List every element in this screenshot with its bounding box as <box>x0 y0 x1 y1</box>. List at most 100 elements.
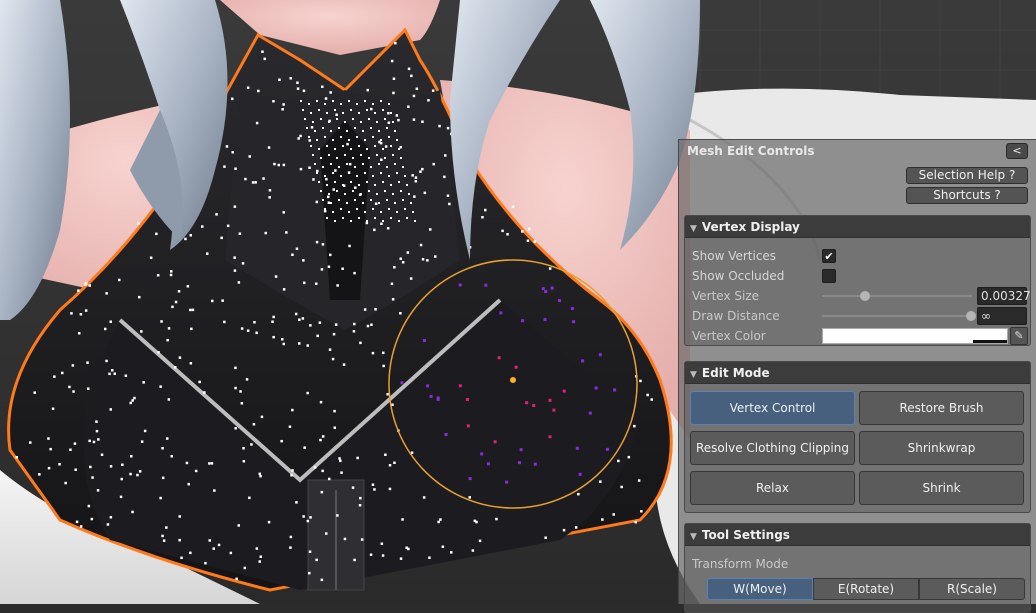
vertex-dot <box>336 514 339 517</box>
resolve-clothing-clipping-button[interactable]: Resolve Clothing Clipping <box>690 431 855 465</box>
vertex-dot <box>374 308 377 311</box>
vertex-dot <box>203 391 206 394</box>
vertex-dot <box>263 57 266 61</box>
vertex-dot <box>386 166 388 168</box>
vertex-dot <box>111 369 114 372</box>
vertex-dot <box>310 145 312 147</box>
edit-mode-header[interactable]: ▼ Edit Mode <box>685 362 1030 384</box>
vertex-dot <box>371 483 375 486</box>
relax-button[interactable]: Relax <box>690 471 855 505</box>
vertex-dot <box>268 196 271 199</box>
vertex-dot <box>380 222 383 225</box>
vertex-dot <box>411 174 414 177</box>
vertex-dot <box>238 232 242 235</box>
vertex-dot <box>350 181 352 183</box>
vertex-dot <box>310 126 314 129</box>
vertex-dot <box>129 401 132 405</box>
vertex-display-header[interactable]: ▼ Vertex Display <box>685 216 1030 238</box>
show-occluded-checkbox[interactable] <box>822 269 836 283</box>
vertex-dot <box>366 109 368 111</box>
shortcuts-button[interactable]: Shortcuts ? <box>906 187 1028 204</box>
vertex-dot <box>332 139 334 141</box>
vertex-dot <box>268 189 272 192</box>
vertex-dot <box>303 281 306 285</box>
selected-vertex-dot <box>594 386 598 390</box>
selected-vertex-dot <box>499 311 503 315</box>
vertex-dot <box>646 393 649 397</box>
vertex-dot <box>322 166 324 168</box>
vertex-dot <box>634 520 637 524</box>
vertex-control-button[interactable]: Vertex Control <box>690 391 855 425</box>
vertex-dot <box>323 209 327 213</box>
mesh-edit-panel: Mesh Edit Controls < Selection Help ? Sh… <box>678 139 1036 613</box>
selected-vertex-dot <box>519 448 523 452</box>
vertex-dot <box>327 265 331 268</box>
vertex-dot <box>328 348 332 351</box>
draw-distance-input[interactable]: ∞ <box>977 307 1027 325</box>
scale-mode-button[interactable]: R(Scale) <box>919 578 1025 600</box>
vertex-size-input[interactable]: 0.00327 <box>977 287 1031 305</box>
transform-mode-segmented: W(Move) E(Rotate) R(Scale) <box>707 578 1025 600</box>
vertex-size-slider-handle[interactable] <box>860 291 870 301</box>
vertex-dot <box>155 232 158 236</box>
vertex-dot <box>358 504 362 507</box>
vertex-dot <box>395 114 399 117</box>
vertex-dot <box>118 278 121 282</box>
vertex-dot <box>382 148 384 150</box>
vertex-dot <box>87 387 90 390</box>
rotate-mode-button[interactable]: E(Rotate) <box>813 578 919 600</box>
selected-vertex-dot <box>578 472 582 476</box>
vertex-color-row: Vertex Color ✎ <box>692 327 1028 345</box>
tool-settings-section: ▼ Tool Settings Transform Mode W(Move) E(… <box>684 523 1031 613</box>
vertex-dot <box>356 136 358 138</box>
restore-brush-button[interactable]: Restore Brush <box>859 391 1024 425</box>
vertex-color-swatch[interactable] <box>822 328 1008 344</box>
selection-help-button[interactable]: Selection Help ? <box>906 167 1028 184</box>
vertex-dot <box>170 455 173 458</box>
vertex-dot <box>439 518 442 521</box>
vertex-dot <box>289 535 293 539</box>
vertex-dot <box>71 364 75 367</box>
tool-settings-header[interactable]: ▼ Tool Settings <box>685 524 1030 546</box>
vertex-dot <box>421 167 424 171</box>
vertex-size-slider[interactable] <box>822 295 972 297</box>
selected-vertex-dot <box>581 359 585 363</box>
vertex-dot <box>331 357 335 361</box>
vertex-dot <box>370 127 372 129</box>
vertex-dot <box>51 407 55 410</box>
selected-vertex-dot <box>562 389 566 393</box>
vertex-dot <box>281 108 284 111</box>
vertex-dot <box>372 175 374 177</box>
edit-mode-title: Edit Mode <box>701 366 770 380</box>
selected-vertex-dot <box>521 319 525 323</box>
vertex-dot <box>226 224 230 228</box>
vertex-dot <box>406 184 408 186</box>
collapse-button[interactable]: < <box>1006 143 1028 159</box>
draw-distance-slider[interactable] <box>822 315 972 317</box>
vertex-dot <box>339 459 342 463</box>
vertex-dot <box>386 127 388 129</box>
draw-distance-slider-handle[interactable] <box>966 311 976 321</box>
move-mode-button[interactable]: W(Move) <box>707 578 813 600</box>
vertex-dot <box>376 121 378 123</box>
vertex-dot <box>261 50 264 53</box>
vertex-dot <box>338 457 341 460</box>
vertex-dot <box>223 320 226 324</box>
vertex-dot <box>326 112 328 114</box>
vertex-dot <box>70 312 73 315</box>
eyedropper-icon[interactable]: ✎ <box>1010 327 1028 345</box>
vertex-dot <box>84 309 88 312</box>
shrink-button[interactable]: Shrink <box>859 471 1024 505</box>
vertex-dot <box>324 97 328 100</box>
vertex-dot <box>334 323 338 326</box>
vertex-dot <box>400 190 402 192</box>
vertex-dot <box>390 184 392 186</box>
vertex-dot <box>243 566 247 570</box>
show-vertices-checkbox[interactable]: ✔ <box>822 249 836 263</box>
vertex-dot <box>159 496 162 500</box>
vertex-dot <box>233 256 236 259</box>
shrinkwrap-button[interactable]: Shrinkwrap <box>859 431 1024 465</box>
vertex-dot <box>314 130 316 132</box>
vertex-dot <box>213 489 216 492</box>
vertex-dot <box>291 469 294 472</box>
